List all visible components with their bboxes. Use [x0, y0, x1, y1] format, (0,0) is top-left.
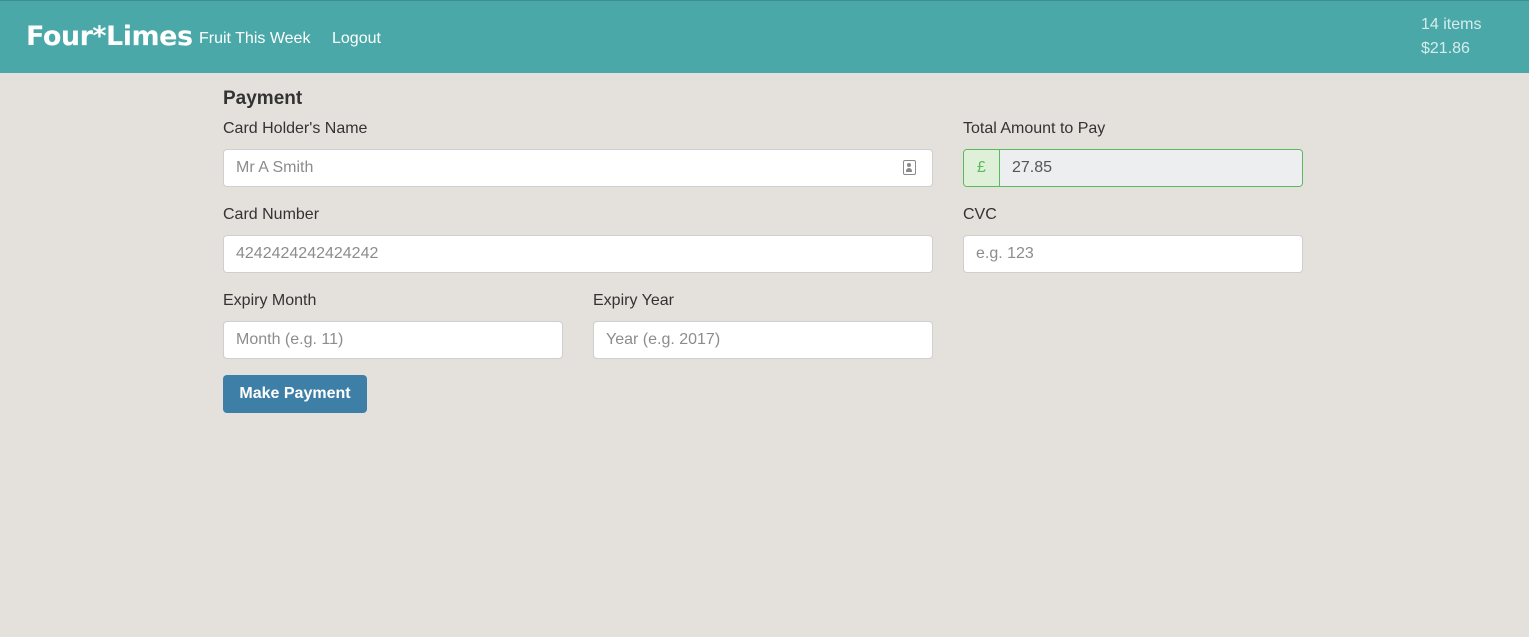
currency-addon: £	[964, 150, 1000, 186]
contact-card-icon[interactable]	[903, 160, 916, 175]
top-navbar: Four*Limes Fruit This Week Logout 14 ite…	[0, 0, 1529, 73]
card-holder-label: Card Holder's Name	[223, 120, 368, 137]
card-number-label: Card Number	[223, 206, 320, 223]
card-number-input[interactable]	[223, 235, 933, 273]
brand-logo[interactable]: Four*Limes	[26, 21, 193, 52]
card-holder-input[interactable]	[223, 149, 933, 187]
cart-summary[interactable]: 14 items $21.86	[1421, 13, 1481, 61]
cart-item-count: 14 items	[1421, 16, 1482, 33]
page-title: Payment	[223, 88, 303, 109]
cvc-input[interactable]	[963, 235, 1303, 273]
total-amount-field: £ 27.85	[963, 149, 1303, 187]
make-payment-button[interactable]: Make Payment	[223, 375, 367, 413]
nav-link-logout[interactable]: Logout	[332, 30, 381, 48]
expiry-year-input[interactable]	[593, 321, 933, 359]
expiry-month-input[interactable]	[223, 321, 563, 359]
cart-total: $21.86	[1421, 40, 1470, 57]
total-amount-value: 27.85	[1000, 150, 1302, 186]
total-amount-label: Total Amount to Pay	[963, 120, 1106, 137]
expiry-year-label: Expiry Year	[593, 292, 674, 309]
expiry-month-label: Expiry Month	[223, 292, 317, 309]
cvc-label: CVC	[963, 206, 997, 223]
nav-link-fruit-this-week[interactable]: Fruit This Week	[199, 30, 310, 48]
